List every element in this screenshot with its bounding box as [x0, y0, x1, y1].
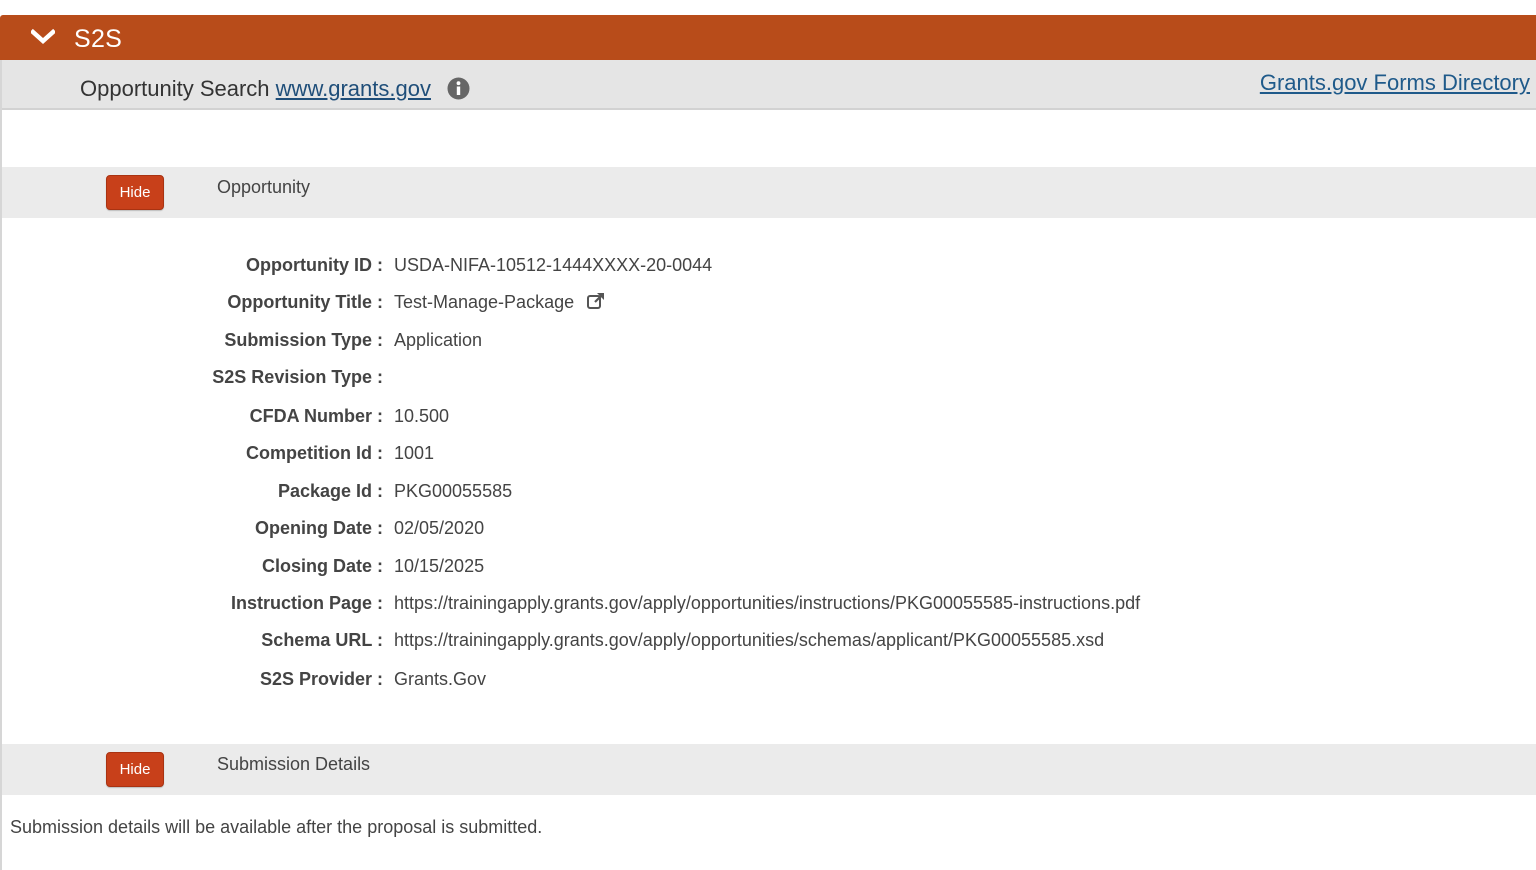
top-strip: [0, 0, 1536, 15]
s2s-panel: S2S Opportunity Search www.grants.gov Gr…: [0, 0, 1536, 870]
field-label: Submission Type :: [224, 330, 383, 350]
opportunity-section-header: Hide Opportunity: [2, 167, 1536, 218]
field-row: Opportunity ID : USDA-NIFA-10512-1444XXXX…: [0, 255, 1536, 285]
field-label: Package Id :: [277, 481, 383, 501]
field-row: S2S Provider : Grants.Gov: [0, 669, 1536, 699]
field-row: Opening Date : 02/05/2020: [0, 518, 1536, 548]
field-label: Opportunity Title :: [227, 292, 383, 312]
field-label: Closing Date :: [261, 556, 383, 576]
field-value: PKG00055585: [394, 481, 513, 501]
grants-gov-link[interactable]: www.grants.gov: [276, 76, 431, 101]
field-value: https://trainingapply.grants.gov/apply/o…: [394, 593, 1141, 613]
opportunity-search-label: Opportunity Search www.grants.gov: [80, 76, 431, 102]
field-value: USDA-NIFA-10512-1444XXXX-20-0044: [394, 255, 713, 275]
field-label: Opening Date :: [254, 518, 383, 538]
field-value: Grants.Gov: [394, 669, 487, 689]
panel-title: S2S: [74, 25, 123, 53]
info-icon[interactable]: [447, 77, 470, 100]
hide-opportunity-button[interactable]: Hide: [106, 175, 164, 210]
hide-submission-button[interactable]: Hide: [106, 752, 164, 787]
field-row: CFDA Number : 10.500: [0, 406, 1536, 436]
field-value: 10/15/2025: [394, 556, 485, 576]
field-label: S2S Provider :: [259, 669, 383, 689]
external-link-icon[interactable]: [586, 291, 606, 311]
field-label: Competition Id :: [246, 443, 383, 463]
forms-directory-link[interactable]: Grants.gov Forms Directory: [1260, 70, 1530, 96]
field-label: Opportunity ID :: [246, 255, 383, 275]
field-value: Application: [394, 330, 483, 350]
opportunity-search-bar: Opportunity Search www.grants.gov Grants…: [2, 60, 1536, 110]
chevron-down-icon[interactable]: [31, 28, 55, 46]
field-row: Instruction Page : https://trainingapply.…: [0, 593, 1536, 623]
field-row: Closing Date : 10/15/2025: [0, 556, 1536, 586]
opportunity-section-title: Opportunity: [217, 177, 311, 197]
field-value: Test-Manage-Package: [394, 292, 575, 312]
field-row: S2S Revision Type :: [0, 367, 1536, 397]
field-label: Schema URL :: [261, 630, 383, 650]
field-value: 02/05/2020: [394, 518, 485, 538]
submission-section-title: Submission Details: [217, 754, 371, 774]
submission-section-header: Hide Submission Details: [2, 744, 1536, 795]
field-value: https://trainingapply.grants.gov/apply/o…: [394, 630, 1105, 650]
field-label: Instruction Page :: [230, 593, 383, 613]
field-label: CFDA Number :: [249, 406, 383, 426]
field-row: Package Id : PKG00055585: [0, 481, 1536, 511]
field-row: Competition Id : 1001: [0, 443, 1536, 473]
submission-note: Submission details will be available aft…: [10, 817, 543, 837]
panel-header[interactable]: S2S: [0, 15, 1536, 60]
field-row: Schema URL : https://trainingapply.grants…: [0, 630, 1536, 660]
opportunity-search-prefix: Opportunity Search: [80, 76, 276, 101]
field-value: 1001: [394, 443, 435, 463]
field-row: Opportunity Title : Test-Manage-Package: [0, 292, 1536, 322]
field-row: Submission Type : Application: [0, 330, 1536, 360]
field-label: S2S Revision Type :: [212, 367, 383, 387]
field-value: 10.500: [394, 406, 450, 426]
